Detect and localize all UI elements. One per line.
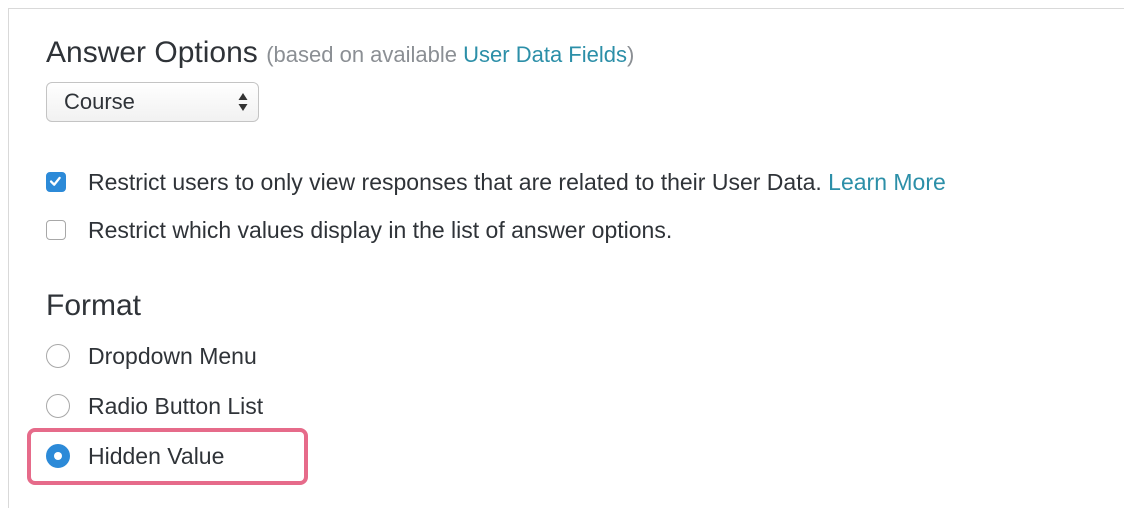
user-data-field-select[interactable]: Course bbox=[46, 82, 259, 122]
restrict-view-checkbox[interactable] bbox=[46, 172, 66, 192]
format-title: Format bbox=[46, 289, 142, 322]
restrict-values-label: Restrict which values display in the lis… bbox=[88, 217, 673, 243]
dropdown-menu-radio[interactable] bbox=[46, 344, 70, 368]
restrict-view-label: Restrict users to only view responses th… bbox=[88, 164, 946, 200]
up-down-arrows-icon bbox=[238, 93, 248, 111]
checkmark-icon bbox=[49, 176, 61, 186]
learn-more-link[interactable]: Learn More bbox=[828, 169, 946, 195]
answer-options-note-suffix: ) bbox=[626, 42, 635, 67]
answer-options-title: Answer Options bbox=[46, 36, 258, 69]
select-value: Course bbox=[64, 89, 135, 114]
hidden-value-highlight bbox=[27, 428, 308, 485]
answer-options-note-prefix: (based on available bbox=[266, 42, 464, 67]
user-data-fields-link[interactable]: User Data Fields bbox=[463, 42, 627, 67]
answer-options-note: (based on available User Data Fields) bbox=[266, 42, 634, 67]
radio-button-list-label: Radio Button List bbox=[88, 393, 264, 419]
radio-button-list-radio[interactable] bbox=[46, 394, 70, 418]
restrict-view-text: Restrict users to only view responses th… bbox=[88, 169, 822, 195]
dropdown-menu-label: Dropdown Menu bbox=[88, 343, 257, 369]
restrict-values-checkbox[interactable] bbox=[46, 220, 66, 240]
answer-options-heading: Answer Options (based on available User … bbox=[46, 33, 634, 78]
